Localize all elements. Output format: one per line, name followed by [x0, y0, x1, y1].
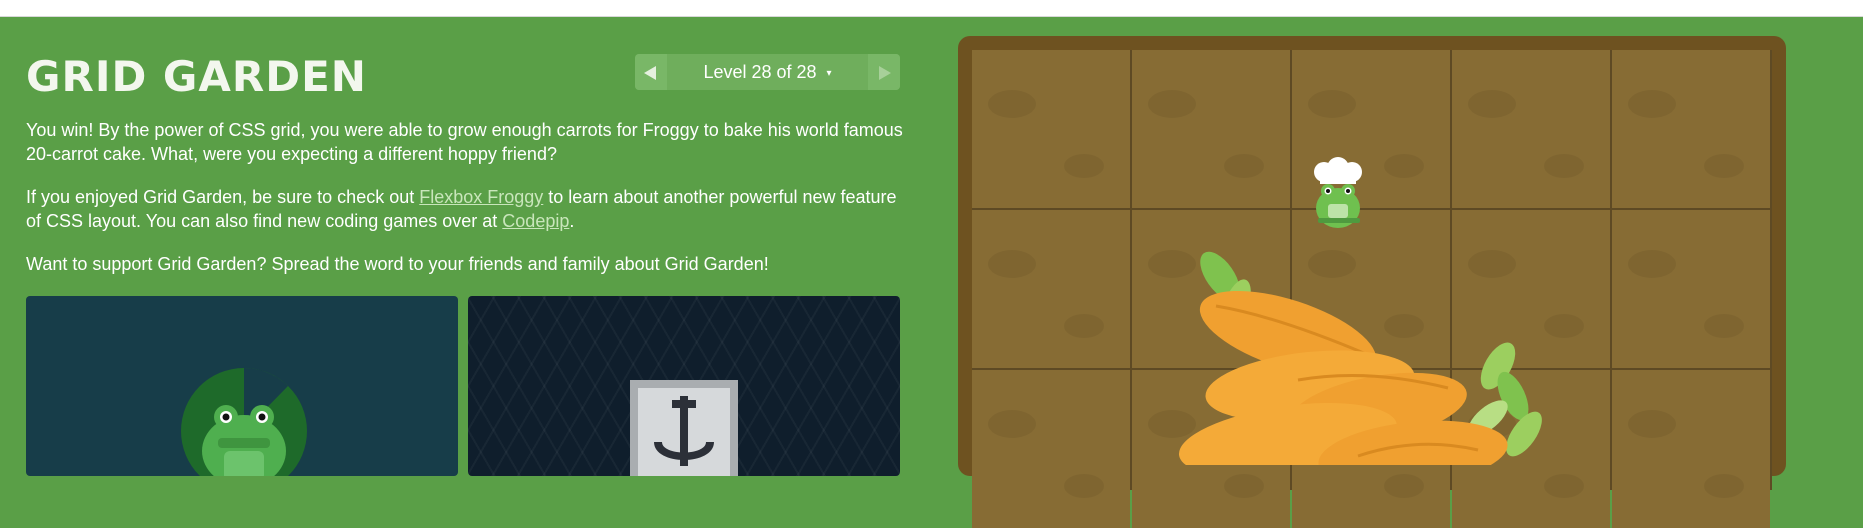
level-indicator-label: Level 28 of 28	[703, 62, 817, 82]
enjoy-text-prefix: If you enjoyed Grid Garden, be sure to c…	[26, 187, 420, 207]
codepip-card[interactable]	[468, 296, 900, 476]
flexbox-froggy-link[interactable]: Flexbox Froggy	[419, 187, 543, 207]
garden-scene	[958, 36, 1786, 465]
carrot-pile-icon	[1178, 251, 1542, 465]
level-indicator-dropdown[interactable]: Level 28 of 28 ▾	[667, 54, 868, 90]
chevron-right-icon	[879, 66, 891, 80]
enjoy-text-suffix: .	[569, 211, 575, 231]
win-paragraph: You win! By the power of CSS grid, you w…	[26, 120, 903, 164]
frog-icon	[181, 368, 307, 476]
browser-top-strip	[0, 0, 1863, 17]
flexbox-froggy-card[interactable]	[26, 296, 458, 476]
anchor-icon	[630, 380, 738, 476]
previous-level-button[interactable]	[635, 54, 667, 90]
page-title: GRID GARDEN	[26, 52, 367, 101]
next-level-button[interactable]	[868, 54, 900, 90]
caret-down-icon: ▾	[826, 68, 832, 79]
level-navigator: Level 28 of 28 ▾	[635, 54, 900, 90]
support-paragraph: Want to support Grid Garden? Spread the …	[26, 254, 769, 274]
enjoy-paragraph: If you enjoyed Grid Garden, be sure to c…	[26, 185, 906, 233]
chevron-left-icon	[644, 66, 656, 80]
codepip-link[interactable]: Codepip	[502, 211, 569, 231]
